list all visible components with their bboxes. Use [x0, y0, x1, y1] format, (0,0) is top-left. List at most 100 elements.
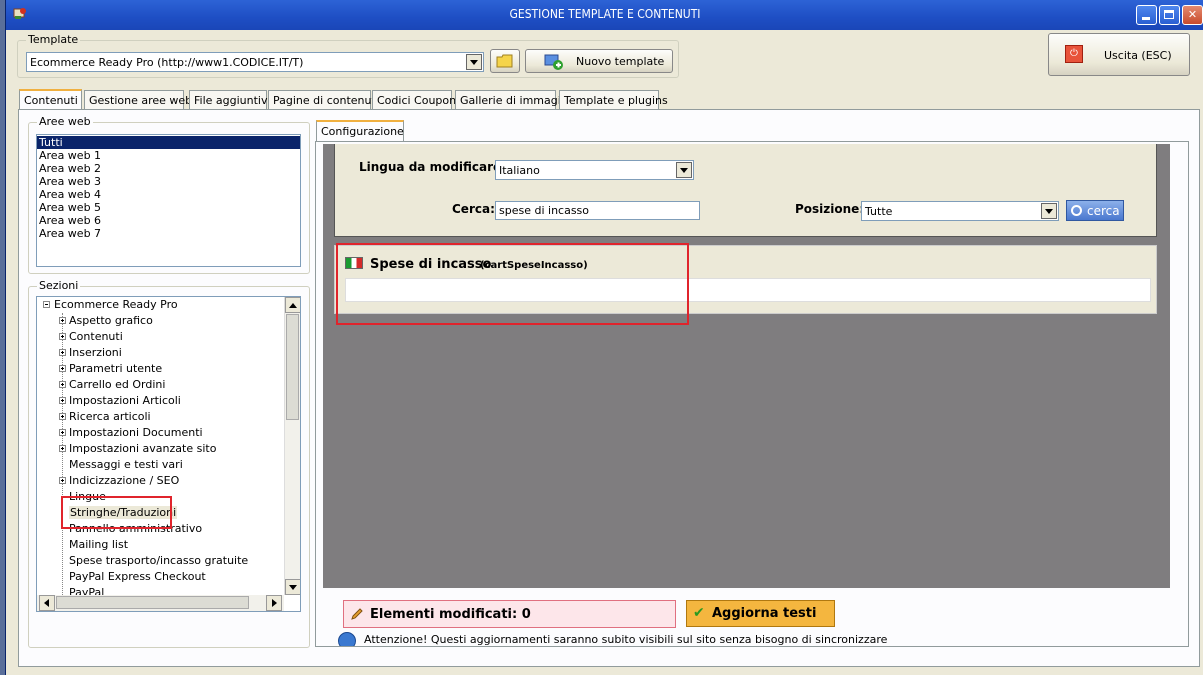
- tab-label: Gallerie di immagini: [460, 94, 571, 107]
- close-icon: ✕: [1187, 8, 1198, 21]
- tree-item[interactable]: Ricerca articoli: [57, 409, 151, 425]
- expand-icon[interactable]: [59, 333, 66, 340]
- update-texts-button[interactable]: ✔ Aggiorna testi: [686, 600, 835, 627]
- new-template-button[interactable]: Nuovo template: [525, 49, 673, 73]
- tab-codici-coupon[interactable]: Codici Coupon: [372, 90, 456, 110]
- tab-label: Configurazione: [321, 125, 404, 138]
- notice-clip: Attenzione! Questi aggiornamenti saranno…: [336, 632, 896, 646]
- expand-icon[interactable]: [59, 429, 66, 436]
- expand-icon[interactable]: [59, 349, 66, 356]
- sezioni-tree[interactable]: Ecommerce Ready Pro Aspetto grafico Cont…: [36, 296, 301, 612]
- tree-label: Indicizzazione / SEO: [69, 474, 180, 487]
- list-item[interactable]: Area web 4: [37, 188, 300, 201]
- cerca-input[interactable]: spese di incasso: [495, 201, 700, 220]
- list-item[interactable]: Area web 2: [37, 162, 300, 175]
- expand-icon[interactable]: [59, 445, 66, 452]
- cerca-button[interactable]: cerca: [1066, 200, 1124, 221]
- collapse-icon[interactable]: [43, 301, 50, 308]
- list-item[interactable]: Area web 1: [37, 149, 300, 162]
- list-item[interactable]: Area web 3: [37, 175, 300, 188]
- tree-item[interactable]: Indicizzazione / SEO: [57, 473, 179, 489]
- list-item[interactable]: Area web 6: [37, 214, 300, 227]
- aree-web-list[interactable]: Tutti Area web 1 Area web 2 Area web 3 A…: [36, 134, 301, 267]
- list-item[interactable]: Area web 5: [37, 201, 300, 214]
- tab-label: Contenuti: [24, 94, 78, 107]
- tree-label: PayPal Express Checkout: [69, 570, 206, 583]
- tree-label: Impostazioni Documenti: [69, 426, 203, 439]
- tab-contenuti[interactable]: Contenuti: [19, 89, 82, 111]
- chevron-down-icon[interactable]: [676, 162, 692, 178]
- tab-configurazione[interactable]: Configurazione: [316, 120, 404, 142]
- tree-item[interactable]: Impostazioni Documenti: [57, 425, 203, 441]
- close-window-button[interactable]: ✕: [1182, 5, 1203, 25]
- minimize-button[interactable]: [1136, 5, 1157, 25]
- expand-icon[interactable]: [59, 413, 66, 420]
- tree-label: PayPal: [69, 586, 105, 595]
- tree-item[interactable]: PayPal: [57, 585, 104, 595]
- scroll-down-button[interactable]: [285, 579, 300, 595]
- expand-icon[interactable]: [59, 381, 66, 388]
- maximize-button[interactable]: [1159, 5, 1180, 25]
- main-window: GESTIONE TEMPLATE E CONTENUTI ✕ Template…: [5, 0, 1203, 675]
- tree-label: Impostazioni Articoli: [69, 394, 181, 407]
- tree-label: Mailing list: [69, 538, 129, 551]
- tree-viewport: Ecommerce Ready Pro Aspetto grafico Cont…: [37, 297, 284, 595]
- chevron-down-icon[interactable]: [466, 54, 482, 70]
- lingua-label: Lingua da modificare:: [359, 160, 506, 174]
- tree-vertical-scrollbar[interactable]: [284, 297, 300, 595]
- tree-label: Contenuti: [69, 330, 123, 343]
- tree-label: Ecommerce Ready Pro: [54, 298, 178, 311]
- lingua-select[interactable]: Italiano: [495, 160, 694, 180]
- tree-item[interactable]: Parametri utente: [57, 361, 162, 377]
- maximize-icon: [1164, 10, 1174, 19]
- tree-label: Spese trasporto/incasso gratuite: [69, 554, 249, 567]
- tree-item[interactable]: Mailing list: [57, 537, 128, 553]
- list-item[interactable]: Area web 7: [37, 227, 300, 240]
- template-group-label: Template: [26, 33, 81, 46]
- expand-icon[interactable]: [59, 477, 66, 484]
- highlight-string-entry: [336, 243, 689, 325]
- expand-icon[interactable]: [59, 397, 66, 404]
- scroll-up-button[interactable]: [285, 297, 300, 313]
- scroll-left-button[interactable]: [39, 595, 55, 611]
- tree-label: Inserzioni: [69, 346, 122, 359]
- cerca-button-label: cerca: [1087, 204, 1120, 218]
- tree-root[interactable]: Ecommerce Ready Pro: [41, 297, 178, 313]
- tree-item[interactable]: Impostazioni Articoli: [57, 393, 181, 409]
- tree-item[interactable]: Carrello ed Ordini: [57, 377, 165, 393]
- tab-file-aggiuntivi[interactable]: File aggiuntivi: [189, 90, 271, 110]
- arrow-up-icon: [289, 303, 297, 308]
- tree-item[interactable]: Inserzioni: [57, 345, 122, 361]
- tree-item[interactable]: Spese trasporto/incasso gratuite: [57, 553, 248, 569]
- tab-gallerie-di-immagini[interactable]: Gallerie di immagini: [455, 90, 571, 110]
- list-item[interactable]: Tutti: [37, 136, 300, 149]
- tab-template-e-plugins[interactable]: Template e plugins: [559, 90, 668, 110]
- power-icon: ⏻: [1065, 45, 1083, 63]
- arrow-down-icon: [289, 585, 297, 590]
- tree-item[interactable]: Impostazioni avanzate sito: [57, 441, 216, 457]
- tab-pagine-di-contenuti[interactable]: Pagine di contenuti: [268, 90, 379, 110]
- tree-label: Parametri utente: [69, 362, 163, 375]
- tree-item[interactable]: Aspetto grafico: [57, 313, 153, 329]
- scroll-thumb[interactable]: [286, 314, 299, 420]
- scroll-right-button[interactable]: [266, 595, 282, 611]
- tree-label: Aspetto grafico: [69, 314, 153, 327]
- exit-button[interactable]: ⏻ Uscita (ESC): [1048, 33, 1190, 76]
- magnifier-icon: [1071, 205, 1082, 216]
- expand-icon[interactable]: [59, 317, 66, 324]
- open-folder-button[interactable]: [490, 49, 520, 73]
- tree-item[interactable]: Contenuti: [57, 329, 123, 345]
- lingua-value: Italiano: [499, 164, 540, 177]
- posizione-select[interactable]: Tutte: [861, 201, 1059, 221]
- tree-item[interactable]: PayPal Express Checkout: [57, 569, 206, 585]
- expand-icon[interactable]: [59, 365, 66, 372]
- tree-horizontal-scrollbar[interactable]: [37, 595, 284, 611]
- template-select[interactable]: Ecommerce Ready Pro (http://www1.CODICE.…: [26, 52, 484, 72]
- tab-gestione-aree-web[interactable]: Gestione aree web: [84, 90, 192, 110]
- exit-label: Uscita (ESC): [1104, 49, 1172, 62]
- template-select-value: Ecommerce Ready Pro (http://www1.CODICE.…: [30, 56, 304, 69]
- tree-item[interactable]: Messaggi e testi vari: [57, 457, 183, 473]
- tab-label: Codici Coupon: [377, 94, 457, 107]
- scroll-h-thumb[interactable]: [56, 596, 249, 609]
- chevron-down-icon[interactable]: [1041, 203, 1057, 219]
